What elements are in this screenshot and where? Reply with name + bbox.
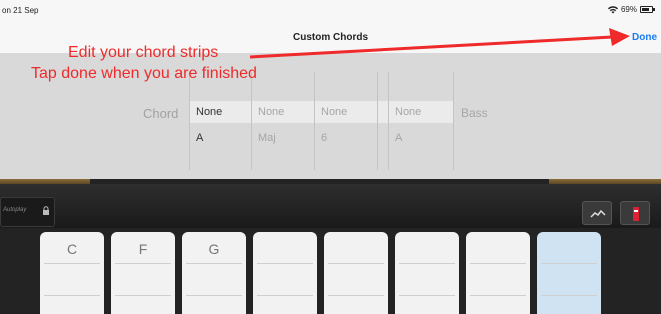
controls-icon (633, 207, 639, 221)
strip-divider (399, 263, 455, 264)
arpeggiator-button[interactable] (582, 201, 612, 225)
strip-label: C (66, 241, 78, 257)
lock-icon (43, 206, 49, 215)
chord-strip-7[interactable] (466, 232, 530, 314)
strip-divider (257, 263, 313, 264)
chord-strip-2[interactable]: F (111, 232, 175, 314)
strip-divider (399, 295, 455, 296)
strip-divider (115, 295, 171, 296)
chord-strip-1[interactable]: C (40, 232, 104, 314)
strip-divider (328, 263, 384, 264)
autoplay-label: Autoplay (3, 207, 27, 213)
chord-strip-6[interactable] (395, 232, 459, 314)
chord-strip-8-selected[interactable] (537, 232, 601, 314)
strip-divider (186, 263, 242, 264)
chord-strip-5[interactable] (324, 232, 388, 314)
chord-strip-3[interactable]: G (182, 232, 246, 314)
strip-divider (470, 295, 526, 296)
autoplay-knob[interactable]: Autoplay (0, 197, 55, 227)
strip-label: F (138, 241, 148, 257)
instrument-toolbar: Autoplay (0, 184, 661, 228)
chord-strip-4[interactable] (253, 232, 317, 314)
strip-divider (541, 263, 597, 264)
strip-divider (470, 263, 526, 264)
strip-label: G (208, 241, 220, 257)
strip-divider (257, 295, 313, 296)
controls-button[interactable] (620, 201, 650, 225)
instrument-panel: Autoplay C F G (0, 179, 661, 314)
strip-divider (541, 295, 597, 296)
strip-divider (328, 295, 384, 296)
strip-divider (44, 295, 100, 296)
strip-divider (115, 263, 171, 264)
strip-divider (186, 295, 242, 296)
arpeggiator-icon (590, 209, 606, 218)
strip-divider (44, 263, 100, 264)
